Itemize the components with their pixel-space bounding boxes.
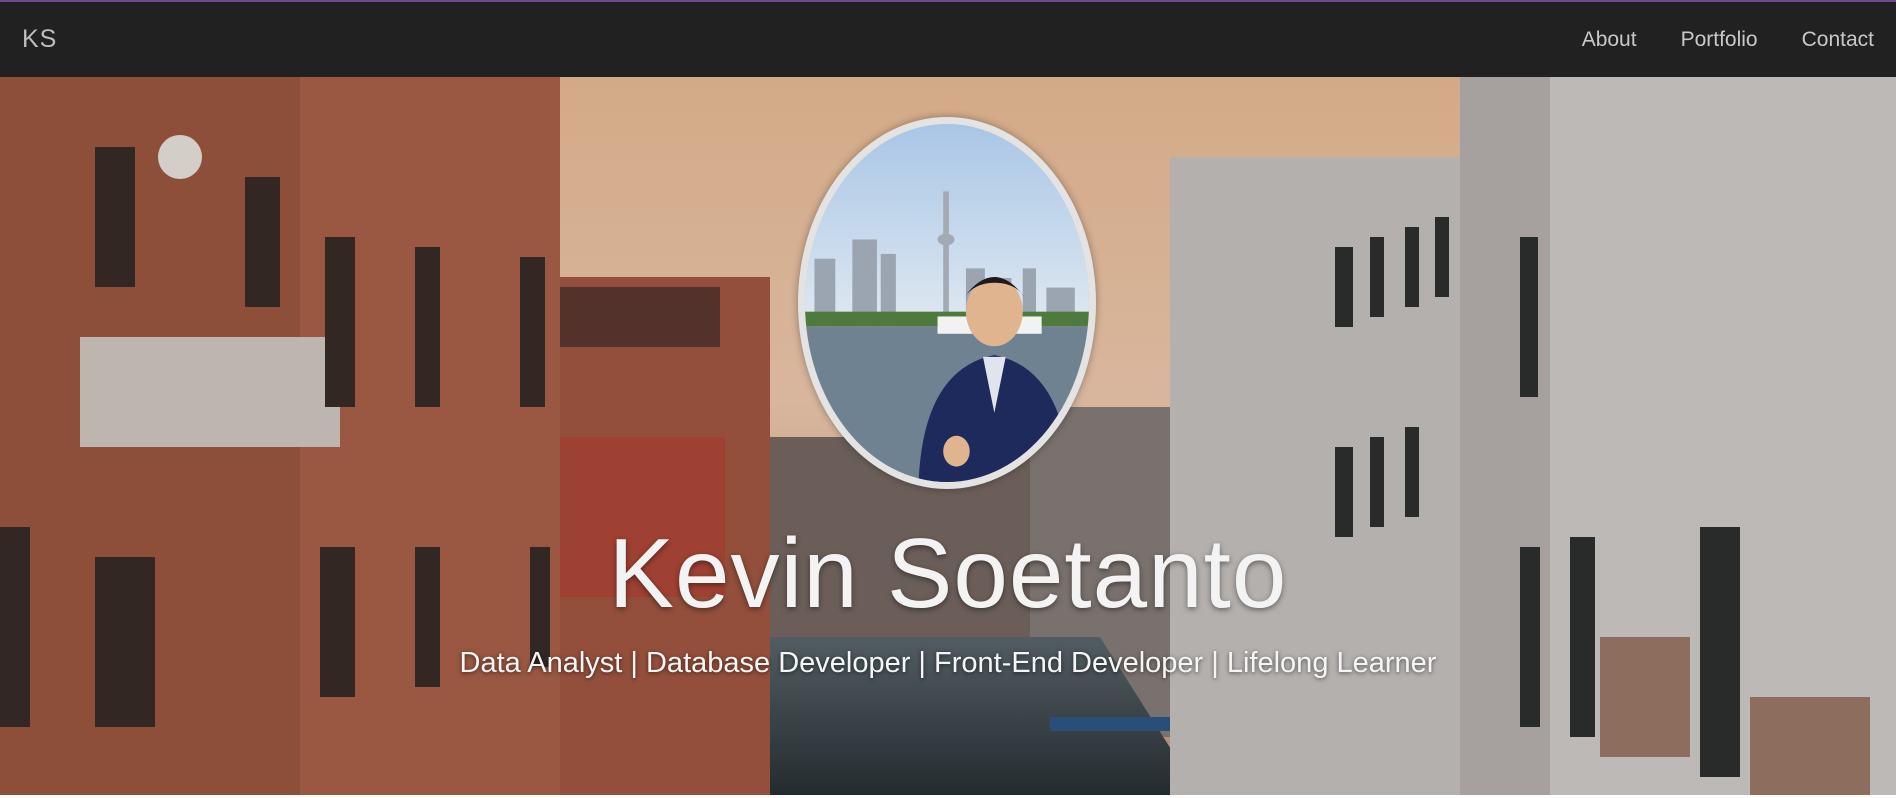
navbar: KS About Portfolio Contact xyxy=(0,0,1896,77)
profile-photo xyxy=(798,117,1096,489)
nav-link-portfolio[interactable]: Portfolio xyxy=(1681,28,1758,52)
hero-section: Kevin Soetanto Data Analyst | Database D… xyxy=(0,77,1896,795)
nav-link-about[interactable]: About xyxy=(1582,28,1637,52)
nav-links: About Portfolio Contact xyxy=(1582,28,1874,52)
brand-logo[interactable]: KS xyxy=(22,25,57,54)
hero-tagline: Data Analyst | Database Developer | Fron… xyxy=(459,647,1437,679)
nav-link-contact[interactable]: Contact xyxy=(1802,28,1874,52)
hero-name: Kevin Soetanto xyxy=(608,518,1288,628)
profile-photo-image xyxy=(805,124,1089,482)
